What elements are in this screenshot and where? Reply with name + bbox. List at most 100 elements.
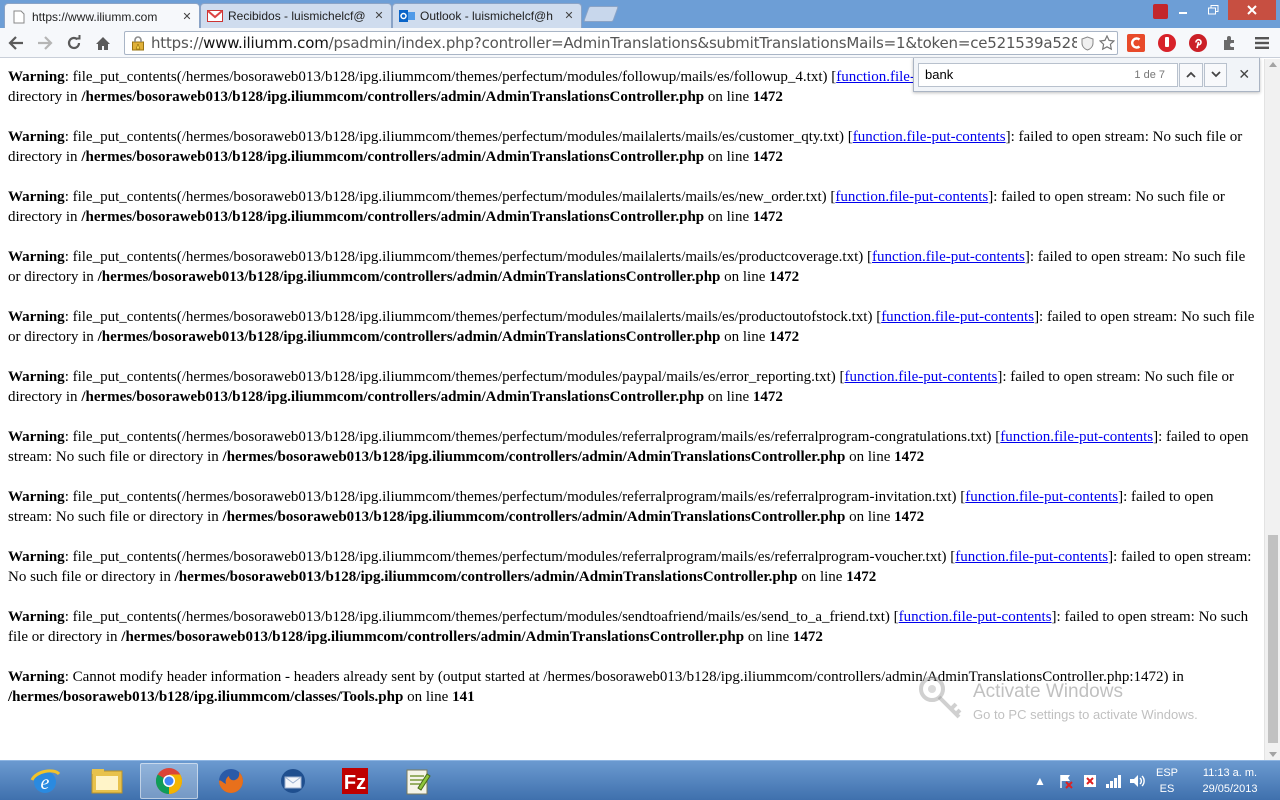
bookmark-star-icon[interactable] [1097,33,1117,53]
function-doc-link[interactable]: function.file-put-contents [845,369,998,385]
close-window-button[interactable] [1228,0,1276,20]
filezilla-icon[interactable]: Fz [326,763,384,799]
page-content: Warning: file_put_contents(/hermes/bosor… [0,59,1264,760]
warning-label: Warning [8,309,65,325]
new-tab-button[interactable] [583,6,619,22]
scroll-thumb[interactable] [1268,535,1278,743]
window-controls [1168,0,1276,20]
tab-outlook[interactable]: Outlook - luismichelcf@h ✕ [392,3,582,28]
warning-line-number: 1472 [752,89,783,105]
function-doc-link[interactable]: function.file-put-contents [965,489,1118,505]
function-doc-link[interactable]: function.file-put-contents [835,189,988,205]
scroll-down-icon[interactable] [1269,752,1277,757]
pinterest-icon[interactable] [1188,33,1208,53]
function-doc-link[interactable]: function.file-put-contents [899,609,1052,625]
warning-text: : file_put_contents(/hermes/bosoraweb013… [64,549,956,565]
tab-title: Recibidos - luismichelcf@ [228,9,366,23]
find-input[interactable] [919,67,1129,82]
home-button[interactable] [92,32,114,54]
warning-label: Warning [8,489,65,505]
chrome-icon[interactable] [140,763,198,799]
warning-label: Warning [8,129,65,145]
warning-text: : file_put_contents(/hermes/bosoraweb013… [64,69,837,85]
reload-button[interactable] [63,32,85,54]
tab-title: Outlook - luismichelcf@h [420,9,553,23]
warning-line-number: 1472 [792,629,823,645]
vertical-scrollbar[interactable] [1264,59,1280,760]
taskbar: e Fz ▲ ESP ES 11:13 a. m. 29/05/2013 [0,760,1280,800]
function-doc-link[interactable]: function.file-put-contents [955,549,1108,565]
network-signal-icon[interactable] [1104,771,1124,791]
warning-file-path: /hermes/bosoraweb013/b128/ipg.iliummcom/… [8,689,404,705]
find-match-count: 1 de 7 [1134,68,1165,81]
on-line-text: on line [801,569,843,585]
warning-message: Warning: file_put_contents(/hermes/bosor… [8,247,1258,287]
close-icon[interactable]: ✕ [181,11,193,23]
profile-icon[interactable] [1153,4,1168,19]
warning-message: Warning: file_put_contents(/hermes/bosor… [8,487,1258,527]
find-previous-button[interactable] [1179,62,1203,87]
action-center-flag-icon[interactable] [1056,771,1076,791]
volume-icon[interactable] [1128,771,1148,791]
on-line-text: on line [707,209,750,225]
function-doc-link[interactable]: function.file-put-contents [1000,429,1153,445]
warning-label: Warning [8,369,65,385]
warning-line-number: 141 [452,689,475,705]
warning-line-number: 1472 [894,509,925,525]
clock-date: 29/05/2013 [1202,783,1258,795]
warning-file-path: /hermes/bosoraweb013/b128/ipg.iliummcom/… [222,509,846,525]
back-button[interactable] [5,32,27,54]
notepad-plus-plus-icon[interactable] [388,763,446,799]
address-bar[interactable]: https://www.iliumm.com/psadmin/index.php… [124,31,1118,55]
on-line-text: on line [849,449,891,465]
tab-gmail[interactable]: Recibidos - luismichelcf@ ✕ [200,3,392,28]
tab-iliumm[interactable]: https://www.iliumm.com ✕ [4,3,200,29]
security-shield-icon[interactable] [1080,771,1100,791]
outlook-icon [399,8,415,24]
scroll-up-icon[interactable] [1269,62,1277,67]
warning-text: : file_put_contents(/hermes/bosoraweb013… [64,249,872,265]
shield-icon[interactable] [1077,33,1097,53]
maximize-button[interactable] [1198,0,1228,20]
lock-warning-icon[interactable] [129,34,147,52]
firefox-icon[interactable] [202,763,260,799]
file-explorer-icon[interactable] [78,763,136,799]
thunderbird-icon[interactable] [264,763,322,799]
find-next-button[interactable] [1203,62,1228,87]
on-line-text: on line [849,509,891,525]
show-hidden-icons-icon[interactable]: ▲ [1030,771,1050,791]
function-doc-link[interactable]: function.file-put-contents [853,129,1006,145]
warning-file-path: /hermes/bosoraweb013/b128/ipg.iliummcom/… [81,89,705,105]
minimize-button[interactable] [1168,0,1198,20]
function-doc-link[interactable]: function.file-put-contents [881,309,1034,325]
puzzle-icon[interactable] [1220,33,1240,53]
input-language[interactable]: ESP ES [1152,765,1182,797]
warning-line-number: 1472 [752,149,783,165]
close-icon[interactable]: ✕ [373,10,385,22]
warning-text: : file_put_contents(/hermes/bosoraweb013… [64,429,1001,445]
warning-message: Warning: file_put_contents(/hermes/bosor… [8,367,1258,407]
warning-file-path: /hermes/bosoraweb013/b128/ipg.iliummcom/… [174,569,798,585]
warning-line-number: 1472 [894,449,925,465]
warning-text: : file_put_contents(/hermes/bosoraweb013… [64,369,845,385]
warning-message: Warning: file_put_contents(/hermes/bosor… [8,547,1258,587]
function-doc-link[interactable]: function.file-put-contents [872,249,1025,265]
gmail-icon [207,8,223,24]
adblock-icon[interactable] [1157,33,1177,53]
forward-button[interactable] [34,32,56,54]
warning-label: Warning [8,669,65,685]
system-clock[interactable]: 11:13 a. m. 29/05/2013 [1188,765,1272,797]
on-line-text: on line [724,269,766,285]
warning-message: Warning: file_put_contents(/hermes/bosor… [8,307,1258,347]
find-close-button[interactable]: ✕ [1233,64,1255,86]
close-icon[interactable]: ✕ [563,10,575,22]
warning-file-path: /hermes/bosoraweb013/b128/ipg.iliummcom/… [81,209,705,225]
warning-text: : file_put_contents(/hermes/bosoraweb013… [64,189,836,205]
warning-file-path: /hermes/bosoraweb013/b128/ipg.iliummcom/… [121,629,745,645]
lang-secondary: ES [1159,783,1175,795]
menu-icon[interactable] [1252,33,1272,53]
tab-strip: https://www.iliumm.com ✕ Recibidos - lui… [0,0,1280,29]
on-line-text: on line [407,689,449,705]
extension-c-icon[interactable] [1126,33,1146,53]
internet-explorer-icon[interactable]: e [16,763,74,799]
